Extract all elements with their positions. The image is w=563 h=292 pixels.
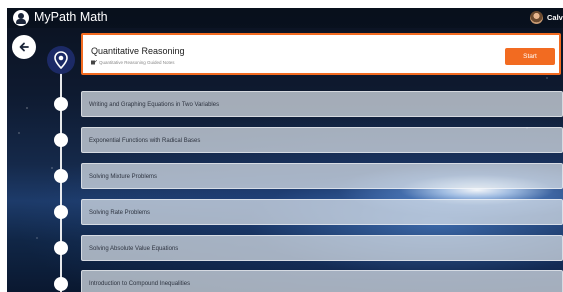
top-bar: MyPath Math Calv: [7, 8, 563, 28]
lesson-item[interactable]: Solving Rate Problems: [81, 199, 563, 225]
back-button[interactable]: [12, 35, 36, 59]
current-lesson-subtitle: Quantitative Reasoning Guided Notes: [99, 60, 175, 65]
user-avatar-icon[interactable]: [530, 11, 543, 24]
lesson-item[interactable]: Introduction to Compound Inequalities: [81, 270, 563, 292]
lesson-node: [54, 133, 68, 147]
current-lesson-title: Quantitative Reasoning: [91, 46, 185, 56]
person-circle-icon: [13, 10, 29, 26]
lesson-node: [54, 169, 68, 183]
start-button[interactable]: Start: [505, 48, 555, 65]
user-name[interactable]: Calv: [547, 13, 563, 22]
app-window: MyPath Math Calv Quantitative Reasoning …: [7, 8, 563, 292]
current-lesson-card[interactable]: Quantitative Reasoning Quantitative Reas…: [81, 33, 561, 75]
lesson-item[interactable]: Solving Mixture Problems: [81, 163, 563, 189]
lesson-node: [54, 97, 68, 111]
edit-pencil-icon: [91, 60, 97, 65]
lesson-item[interactable]: Solving Absolute Value Equations: [81, 235, 563, 261]
current-lesson-node: [47, 46, 75, 74]
lesson-item[interactable]: Writing and Graphing Equations in Two Va…: [81, 91, 563, 117]
location-pin-icon: [54, 51, 68, 69]
current-lesson-subtitle-row[interactable]: Quantitative Reasoning Guided Notes: [91, 60, 175, 65]
app-title: MyPath Math: [34, 10, 108, 24]
lesson-node: [54, 277, 68, 291]
lesson-node: [54, 205, 68, 219]
arrow-left-icon: [19, 42, 29, 52]
lesson-item[interactable]: Exponential Functions with Radical Bases: [81, 127, 563, 153]
lesson-node: [54, 241, 68, 255]
